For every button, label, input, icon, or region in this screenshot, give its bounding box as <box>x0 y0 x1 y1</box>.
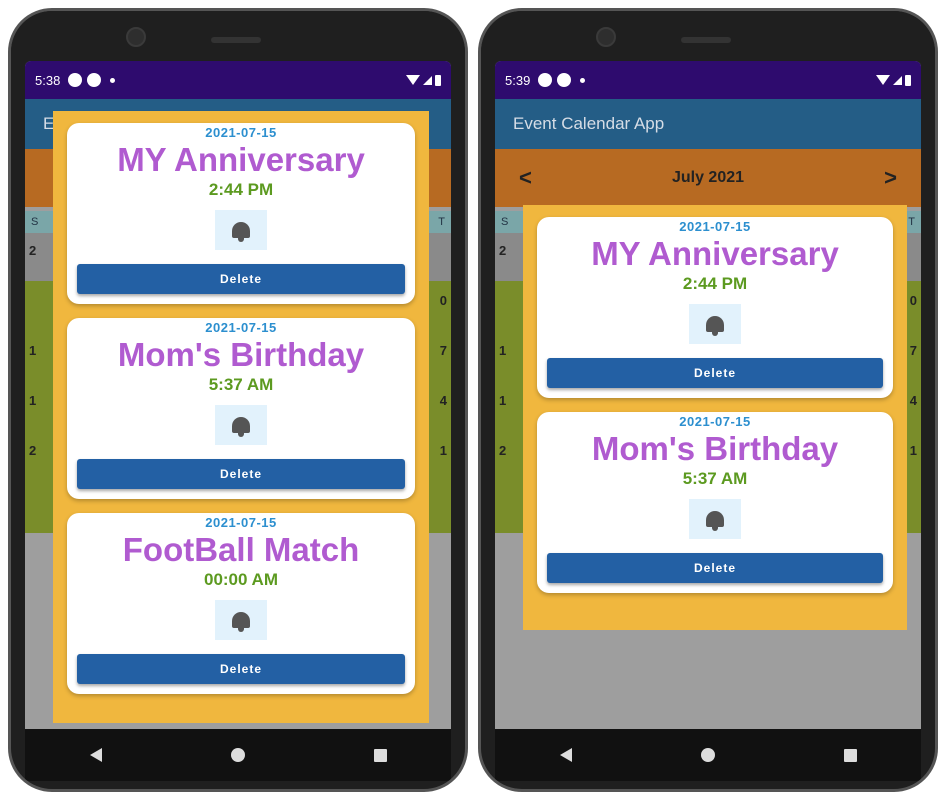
event-card: 2021-07-15 Mom's Birthday 5:37 AM Delete <box>537 412 893 593</box>
delete-button[interactable]: Delete <box>77 459 405 489</box>
right-phone-frame: 5:39 Event Calendar App < July 2021 > S … <box>478 8 938 792</box>
event-date: 2021-07-15 <box>205 125 277 140</box>
event-card: 2021-07-15 FootBall Match 00:00 AM Delet… <box>67 513 415 694</box>
event-time: 2:44 PM <box>682 274 748 293</box>
previous-month-button[interactable]: < <box>519 165 532 191</box>
alarm-button[interactable] <box>689 304 741 344</box>
home-icon[interactable] <box>230 748 245 762</box>
calendar-day[interactable]: 1 <box>29 393 36 408</box>
earpiece-speaker <box>211 37 261 43</box>
event-card: 2021-07-15 MY Anniversary 2:44 PM Delete <box>537 217 893 398</box>
status-bar: 5:39 <box>495 61 921 99</box>
notification-dot-icon <box>557 73 572 87</box>
system-navigation-bar <box>495 729 921 781</box>
calendar-day[interactable]: 1 <box>29 343 36 358</box>
calendar-day[interactable]: 4 <box>910 393 917 408</box>
weekday-label: S <box>501 216 509 228</box>
event-date: 2021-07-15 <box>205 320 277 335</box>
calendar-day[interactable]: 7 <box>440 343 447 358</box>
battery-icon <box>905 74 911 86</box>
event-date: 2021-07-15 <box>205 515 277 530</box>
wifi-icon <box>876 75 890 85</box>
status-time: 5:38 <box>35 72 61 88</box>
events-dialog: 2021-07-15 MY Anniversary 2:44 PM Delete… <box>53 111 429 723</box>
right-screen: 5:39 Event Calendar App < July 2021 > S … <box>495 61 921 729</box>
earpiece-speaker <box>681 37 731 43</box>
back-icon[interactable] <box>89 748 102 762</box>
calendar-day[interactable]: 1 <box>499 393 506 408</box>
delete-button[interactable]: Delete <box>77 264 405 294</box>
alarm-bell-icon <box>232 612 250 632</box>
event-card: 2021-07-15 MY Anniversary 2:44 PM Delete <box>67 123 415 304</box>
left-phone-frame: 5:38 E S T 2 1 1 2 0 7 4 1 2021-07-15 MY… <box>8 8 468 792</box>
app-bar: Event Calendar App <box>495 99 921 149</box>
weekday-label: T <box>908 216 915 228</box>
alarm-button[interactable] <box>215 600 267 640</box>
current-month-label: July 2021 <box>671 169 745 186</box>
wifi-icon <box>406 75 420 85</box>
front-camera-icon <box>126 27 146 47</box>
events-dialog: 2021-07-15 MY Anniversary 2:44 PM Delete… <box>523 205 907 630</box>
battery-icon <box>435 74 441 86</box>
event-time: 5:37 AM <box>682 469 748 488</box>
left-screen: 5:38 E S T 2 1 1 2 0 7 4 1 2021-07-15 MY… <box>25 61 451 729</box>
calendar-day[interactable]: 1 <box>910 443 917 458</box>
more-notifications-icon <box>580 77 586 83</box>
calendar-day[interactable]: 2 <box>29 443 36 458</box>
delete-button[interactable]: Delete <box>547 553 883 583</box>
recent-apps-icon[interactable] <box>373 748 387 762</box>
event-time: 00:00 AM <box>203 570 278 589</box>
calendar-day[interactable]: 0 <box>910 293 917 308</box>
month-navigation-bar: < July 2021 > <box>495 149 921 207</box>
event-date: 2021-07-15 <box>679 219 751 234</box>
status-time: 5:39 <box>505 72 531 88</box>
next-month-button[interactable]: > <box>884 165 897 191</box>
delete-button[interactable]: Delete <box>77 654 405 684</box>
delete-button[interactable]: Delete <box>547 358 883 388</box>
notification-dot-icon <box>68 73 83 87</box>
alarm-bell-icon <box>706 316 724 336</box>
system-navigation-bar <box>25 729 451 781</box>
notification-dot-icon <box>87 73 102 87</box>
recent-apps-icon[interactable] <box>843 748 857 762</box>
event-title: Mom's Birthday <box>591 430 839 467</box>
weekday-label: T <box>438 216 445 228</box>
event-date: 2021-07-15 <box>679 414 751 429</box>
event-title: MY Anniversary <box>117 141 365 178</box>
back-icon[interactable] <box>559 748 572 762</box>
calendar-day[interactable]: 2 <box>499 243 506 258</box>
front-camera-icon <box>596 27 616 47</box>
calendar-day[interactable]: 0 <box>440 293 447 308</box>
event-title: Mom's Birthday <box>117 336 365 373</box>
alarm-bell-icon <box>232 222 250 242</box>
event-title: FootBall Match <box>122 531 360 568</box>
alarm-bell-icon <box>232 417 250 437</box>
calendar-day[interactable]: 1 <box>499 343 506 358</box>
more-notifications-icon <box>110 77 116 83</box>
event-time: 2:44 PM <box>208 180 274 199</box>
calendar-day[interactable]: 4 <box>440 393 447 408</box>
signal-icon <box>893 75 902 85</box>
app-title: Event Calendar App <box>513 114 665 133</box>
notification-dot-icon <box>538 73 553 87</box>
calendar-day[interactable]: 2 <box>29 243 36 258</box>
alarm-button[interactable] <box>689 499 741 539</box>
alarm-button[interactable] <box>215 405 267 445</box>
event-title: MY Anniversary <box>591 235 839 272</box>
event-card: 2021-07-15 Mom's Birthday 5:37 AM Delete <box>67 318 415 499</box>
signal-icon <box>423 75 432 85</box>
event-time: 5:37 AM <box>208 375 274 394</box>
home-icon[interactable] <box>700 748 715 762</box>
weekday-label: S <box>31 216 39 228</box>
calendar-day[interactable]: 2 <box>499 443 506 458</box>
calendar-day[interactable]: 1 <box>440 443 447 458</box>
alarm-bell-icon <box>706 511 724 531</box>
calendar-day[interactable]: 7 <box>910 343 917 358</box>
status-bar: 5:38 <box>25 61 451 99</box>
alarm-button[interactable] <box>215 210 267 250</box>
